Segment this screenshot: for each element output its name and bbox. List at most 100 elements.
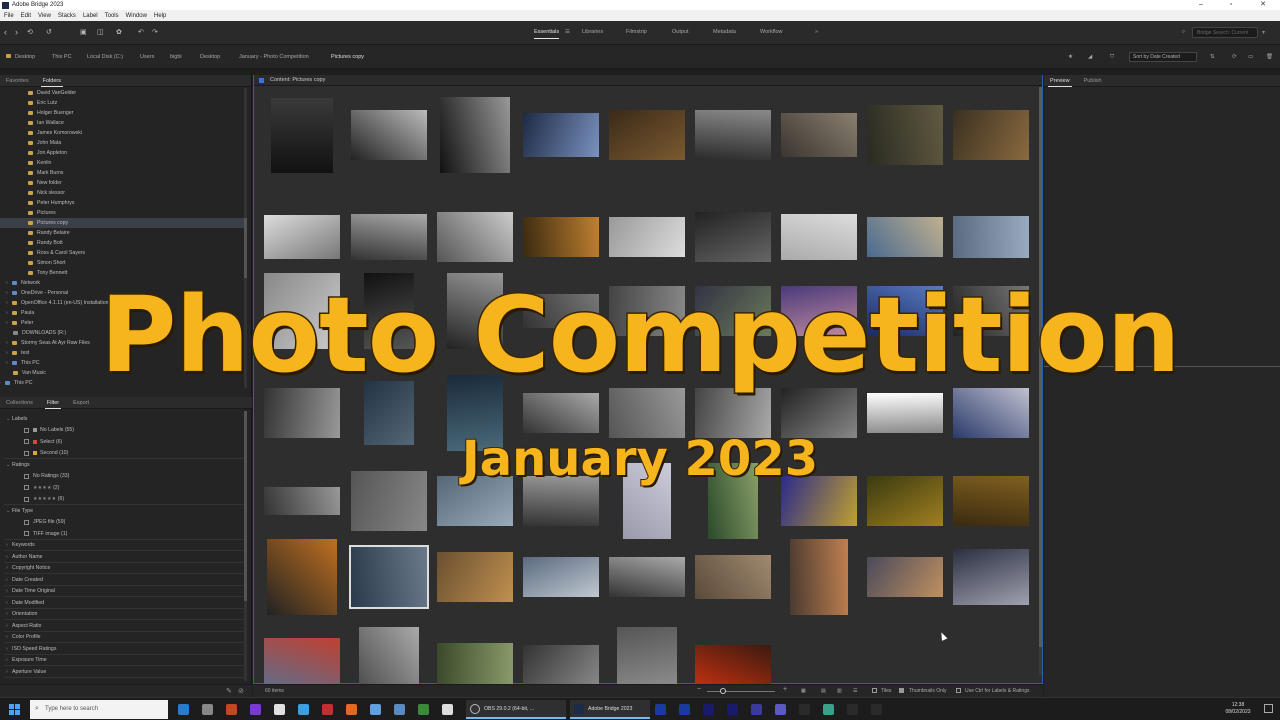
pin-icon[interactable]: ✎ — [226, 687, 232, 695]
search-icon[interactable]: ⌕ — [1182, 29, 1185, 36]
photo-thumbnail[interactable] — [351, 110, 427, 160]
folder-item[interactable]: Simon Short — [0, 258, 244, 268]
filter-section-collapsed[interactable]: › Orientation — [6, 609, 37, 620]
taskbar-app-bridge[interactable]: Adobe Bridge 2023 — [570, 700, 650, 719]
thumbnail-size-slider[interactable] — [707, 691, 775, 692]
gear-icon[interactable]: ✿ — [116, 28, 122, 36]
view-details-icon[interactable]: ▥ — [837, 688, 842, 694]
filter-section-collapsed[interactable]: › Date Time Original — [6, 586, 55, 597]
view-thumbnails-icon[interactable]: ▤ — [821, 688, 826, 694]
taskbar-search-input[interactable]: Type here to search — [30, 700, 168, 719]
menu-edit[interactable]: Edit — [21, 13, 31, 19]
photo-thumbnail[interactable] — [271, 97, 333, 173]
thumbnails-only-checkbox[interactable] — [899, 688, 904, 693]
photo-thumbnail[interactable] — [609, 557, 685, 597]
photo-thumbnail[interactable] — [437, 643, 513, 687]
tab-essentials[interactable]: Essentials — [534, 29, 560, 39]
photo-thumbnail[interactable] — [953, 110, 1029, 160]
rotate-icon[interactable]: ↺ — [46, 28, 52, 36]
tab-workflow[interactable]: Workflow — [760, 29, 783, 35]
refine-icon[interactable]: ◫ — [97, 28, 104, 36]
forward-icon[interactable]: › — [15, 27, 18, 37]
view-list-icon[interactable]: ☰ — [853, 688, 857, 694]
new-folder-icon[interactable]: ▭ — [1248, 54, 1253, 60]
notification-icon[interactable] — [1264, 704, 1273, 713]
filter-checkbox[interactable] — [24, 531, 29, 536]
photo-thumbnail[interactable] — [867, 105, 943, 165]
task-view-icon[interactable] — [178, 704, 189, 715]
delete-icon[interactable]: 🗑 — [1266, 54, 1273, 60]
breadcrumb-item[interactable]: Desktop — [15, 54, 35, 60]
filter-item[interactable]: TIFF image (1) — [24, 528, 67, 539]
photo-thumbnail[interactable] — [349, 545, 429, 609]
recent-icon[interactable]: ⟲ — [27, 28, 33, 36]
folder-item[interactable]: Ian Wallace — [0, 118, 244, 128]
edge-icon[interactable] — [298, 704, 309, 715]
photo-thumbnail[interactable] — [264, 487, 340, 515]
pinned-app-icon[interactable] — [799, 704, 810, 715]
filter-section-collapsed[interactable]: › Color Profile — [6, 632, 41, 643]
photo-thumbnail[interactable] — [440, 97, 510, 173]
folder-item[interactable]: New folder — [0, 178, 244, 188]
pinned-app-icon[interactable] — [679, 704, 690, 715]
menu-label[interactable]: Label — [83, 13, 98, 19]
camera-import-icon[interactable]: ▣ — [80, 28, 87, 36]
sort-direction-icon[interactable]: ⇅ — [1210, 54, 1215, 60]
photo-thumbnail[interactable] — [781, 214, 857, 260]
menu-tools[interactable]: Tools — [105, 13, 119, 19]
close-icon[interactable]: ✕ — [1248, 0, 1278, 10]
tab-filmstrip[interactable]: Filmstrip — [626, 29, 647, 35]
search-input[interactable]: Bridge Search: Current — [1192, 27, 1258, 38]
photo-thumbnail[interactable] — [351, 214, 427, 260]
photo-thumbnail[interactable] — [609, 110, 685, 160]
system-clock[interactable]: 12:38 08/02/2023 — [1222, 702, 1254, 716]
pinned-app-icon[interactable] — [751, 704, 762, 715]
folder-item[interactable]: Pictures copy — [0, 218, 244, 228]
rating-filter-icon[interactable]: ◢ — [1088, 54, 1092, 60]
photo-thumbnail[interactable] — [437, 212, 513, 262]
slider-handle[interactable] — [720, 688, 726, 694]
tab-filter[interactable]: Filter — [44, 400, 62, 409]
filter-section-collapsed[interactable]: › Author Name — [6, 551, 43, 562]
office-icon[interactable] — [226, 704, 237, 715]
ctrl-labels-checkbox[interactable] — [956, 688, 961, 693]
breadcrumb-item[interactable]: Local Disk (C:) — [87, 54, 123, 60]
open-recent-icon[interactable]: ⟳ — [1232, 54, 1237, 60]
menu-help[interactable]: Help — [154, 13, 166, 19]
photo-thumbnail[interactable] — [523, 645, 599, 685]
folder-item[interactable]: Peter Humphrys — [0, 198, 244, 208]
pinned-app-icon[interactable] — [727, 704, 738, 715]
essentials-menu-icon[interactable]: ☰ — [565, 29, 570, 35]
folder-item[interactable]: Ross & Carol Sayers — [0, 248, 244, 258]
photo-thumbnail[interactable] — [695, 110, 771, 160]
filter-section-collapsed[interactable]: › Exposure Time — [6, 655, 47, 666]
photo-thumbnail[interactable] — [523, 393, 599, 433]
breadcrumb-item[interactable]: Users — [140, 54, 154, 60]
filter-item[interactable]: ★★★★★ (6) — [24, 494, 64, 505]
tab-folders[interactable]: Folders — [40, 78, 64, 87]
rotate-right-icon[interactable]: ↷ — [152, 28, 158, 36]
filter-section-collapsed[interactable]: › Date Modified — [6, 597, 44, 608]
tab-preview[interactable]: Preview — [1048, 78, 1072, 87]
pinned-app-icon[interactable] — [847, 704, 858, 715]
folder-item[interactable]: Randy Bott — [0, 238, 244, 248]
folder-item[interactable]: Mark Burns — [0, 168, 244, 178]
filter-item[interactable]: No Labels (55) — [24, 425, 74, 436]
filter-item[interactable]: JPEG file (59) — [24, 517, 65, 528]
photo-thumbnail[interactable] — [867, 393, 943, 433]
filezilla-icon[interactable] — [346, 704, 357, 715]
zoom-out-icon[interactable]: − — [697, 686, 701, 693]
folder-item[interactable]: James Komorowski — [0, 128, 244, 138]
menu-stacks[interactable]: Stacks — [58, 13, 76, 19]
filter-checkbox[interactable] — [24, 519, 29, 525]
clear-filter-icon[interactable]: ⊘ — [238, 687, 244, 695]
taskbar-app-obs[interactable]: OBS 29.0.2 (64-bit, ... — [466, 700, 566, 719]
menu-window[interactable]: Window — [126, 13, 147, 19]
filter-icon[interactable]: ⛉ — [1110, 54, 1114, 61]
photo-thumbnail[interactable] — [781, 113, 857, 157]
photo-thumbnail[interactable] — [867, 476, 943, 526]
tab-output[interactable]: Output — [672, 29, 689, 35]
back-icon[interactable]: ‹ — [4, 27, 7, 37]
photo-thumbnail[interactable] — [790, 539, 848, 615]
pinned-app-icon[interactable] — [655, 704, 666, 715]
